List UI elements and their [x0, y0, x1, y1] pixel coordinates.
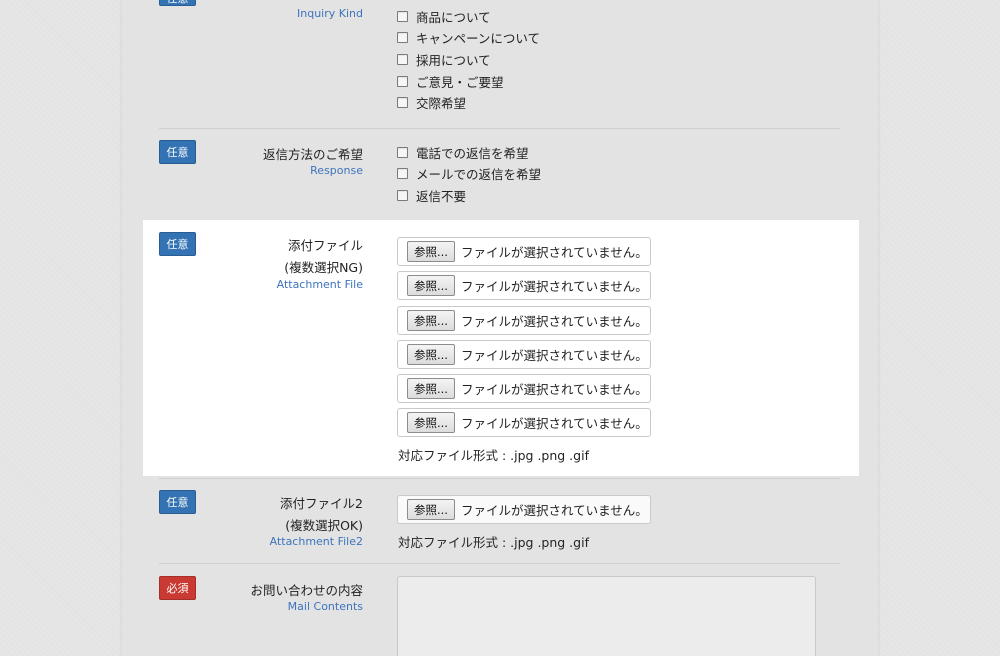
- section-divider: [159, 478, 840, 479]
- attachment2-label-en: Attachment File2: [269, 535, 363, 548]
- file-status-2: ファイルが選択されていません。: [460, 279, 648, 294]
- inquiry-option-1-label: 商品について: [416, 9, 491, 25]
- file-input-3[interactable]: 参照... ファイルが選択されていません。: [397, 306, 651, 335]
- file-input-4[interactable]: 参照... ファイルが選択されていません。: [397, 340, 651, 369]
- inquiry-option-5-label: 交際希望: [416, 95, 467, 111]
- file-status-4: ファイルが選択されていません。: [460, 348, 648, 363]
- inquiry-option-2-label: キャンペーンについて: [416, 30, 541, 46]
- response-option-3-checkbox[interactable]: [397, 189, 408, 201]
- attachment-label-jp: 添付ファイル: [287, 238, 363, 253]
- inquiry-option-5-checkbox[interactable]: [397, 96, 408, 108]
- inquiry-kind-badge: 任意: [159, 0, 196, 6]
- inquiry-option-4[interactable]: ご意見・ご要望: [397, 72, 504, 90]
- response-label-jp: 返信方法のご希望: [262, 147, 363, 162]
- file-status-6: ファイルが選択されていません。: [460, 416, 648, 431]
- inquiry-option-3-label: 採用について: [416, 52, 491, 68]
- mail-contents-textarea[interactable]: [397, 576, 816, 656]
- inquiry-option-5[interactable]: 交際希望: [397, 93, 466, 111]
- inquiry-option-2-checkbox[interactable]: [397, 31, 408, 43]
- attachment-label-note: (複数選択NG): [284, 260, 363, 275]
- inquiry-kind-label-en: Inquiry Kind: [297, 7, 363, 20]
- browse-button-4[interactable]: 参照...: [407, 344, 455, 365]
- file-input-6[interactable]: 参照... ファイルが選択されていません。: [397, 408, 651, 437]
- attachment2-badge: 任意: [159, 490, 196, 514]
- file-status-1: ファイルが選択されていません。: [460, 245, 648, 260]
- response-option-1-label: 電話での返信を希望: [416, 145, 529, 161]
- browse-button-5[interactable]: 参照...: [407, 378, 455, 399]
- response-option-1-checkbox[interactable]: [397, 146, 408, 158]
- file-input-multi[interactable]: 参照... ファイルが選択されていません。: [397, 495, 651, 524]
- attachment2-label-note: (複数選択OK): [285, 518, 363, 533]
- file-input-5[interactable]: 参照... ファイルが選択されていません。: [397, 374, 651, 403]
- response-label-en: Response: [310, 164, 363, 177]
- attachment-label-en: Attachment File: [276, 278, 363, 291]
- response-option-1[interactable]: 電話での返信を希望: [397, 143, 529, 161]
- browse-button-multi[interactable]: 参照...: [407, 499, 455, 520]
- response-option-3[interactable]: 返信不要: [397, 186, 466, 204]
- file-status-3: ファイルが選択されていません。: [460, 314, 648, 329]
- inquiry-option-3-checkbox[interactable]: [397, 53, 408, 65]
- section-divider: [159, 128, 840, 129]
- response-option-2[interactable]: メールでの返信を希望: [397, 164, 541, 182]
- browse-button-2[interactable]: 参照...: [407, 275, 455, 296]
- response-option-2-label: メールでの返信を希望: [416, 166, 542, 182]
- mail-contents-label-jp: お問い合わせの内容: [250, 583, 363, 598]
- attachment2-format-note: 対応ファイル形式 : .jpg .png .gif: [398, 535, 589, 550]
- file-status-5: ファイルが選択されていません。: [460, 382, 648, 397]
- section-divider: [159, 563, 840, 564]
- inquiry-option-4-label: ご意見・ご要望: [416, 74, 504, 90]
- inquiry-option-2[interactable]: キャンペーンについて: [397, 28, 540, 46]
- file-input-2[interactable]: 参照... ファイルが選択されていません。: [397, 271, 651, 300]
- browse-button-6[interactable]: 参照...: [407, 412, 455, 433]
- file-input-1[interactable]: 参照... ファイルが選択されていません。: [397, 237, 651, 266]
- inquiry-option-3[interactable]: 採用について: [397, 50, 491, 68]
- response-option-2-checkbox[interactable]: [397, 167, 408, 179]
- mail-contents-badge: 必須: [159, 576, 196, 600]
- response-badge: 任意: [159, 140, 196, 164]
- inquiry-option-1[interactable]: 商品について: [397, 7, 491, 25]
- response-option-3-label: 返信不要: [416, 188, 467, 204]
- attachment2-label-jp: 添付ファイル2: [280, 496, 363, 511]
- browse-button-1[interactable]: 参照...: [407, 241, 455, 262]
- file-status-multi: ファイルが選択されていません。: [460, 503, 648, 518]
- inquiry-option-1-checkbox[interactable]: [397, 10, 408, 22]
- attachment-format-note: 対応ファイル形式 : .jpg .png .gif: [398, 448, 589, 463]
- inquiry-option-4-checkbox[interactable]: [397, 75, 408, 87]
- browse-button-3[interactable]: 参照...: [407, 310, 455, 331]
- mail-contents-label-en: Mail Contents: [287, 600, 363, 613]
- attachment-badge: 任意: [159, 232, 196, 256]
